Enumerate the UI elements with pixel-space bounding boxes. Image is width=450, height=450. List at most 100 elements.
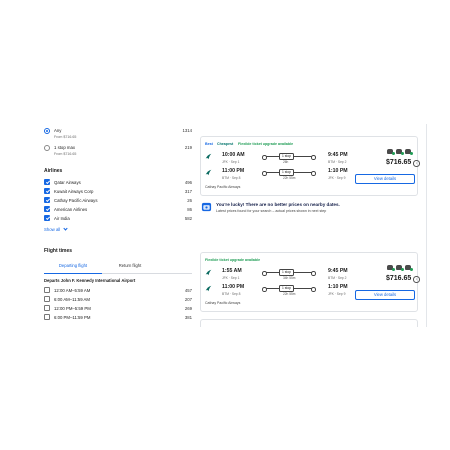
airline-checkbox[interactable]: [44, 197, 50, 203]
departure-time: 1:55 AM: [222, 268, 242, 274]
airline-name: Cathay Pacific Airways: [205, 185, 241, 189]
airline-name: Cathay Pacific Airways: [205, 301, 241, 305]
airline-checkbox[interactable]: [44, 188, 50, 194]
time-range-item[interactable]: 12:00 PM–5:59 PM 269: [44, 305, 192, 313]
cathay-pacific-logo-icon: [205, 153, 212, 160]
airline-label: Kuwait Airways Corp: [54, 188, 94, 194]
airline-checkbox[interactable]: [44, 215, 50, 221]
price: $716.65: [386, 159, 412, 166]
banner-description: Latest prices found for your search – ac…: [216, 209, 327, 213]
view-details-button[interactable]: View details: [355, 290, 415, 300]
arrival-time: 1:10 PM: [328, 284, 348, 290]
departure-info: BTM · Sep 8: [222, 176, 241, 180]
return-segment: 11:00 PM BTM · Sep 8 1 stop 22h 55m 1:10…: [205, 284, 348, 302]
cathay-pacific-logo-icon: [205, 285, 212, 292]
time-range-checkbox[interactable]: [44, 287, 50, 293]
airline-checkbox[interactable]: [44, 206, 50, 212]
time-range-label: 6:00 PM–11:59 PM: [54, 314, 91, 320]
time-range-label: 12:00 AM–5:59 AM: [54, 287, 91, 293]
airline-label: Air India: [54, 215, 70, 221]
time-range-checkbox[interactable]: [44, 305, 50, 311]
flight-result-card[interactable]: Best Cheapest Flexible ticket upgrade av…: [200, 136, 420, 196]
checked-bag-icon: [405, 149, 413, 155]
return-segment: 11:00 PM BTM · Sep 8 1 stop 22h 55m 1:10…: [205, 168, 348, 186]
airlines-heading: Airlines: [44, 168, 63, 174]
show-all-link[interactable]: Show all: [44, 226, 69, 232]
flexible-ticket-badge: Flexible ticket upgrade available: [238, 142, 294, 146]
time-range-count: 381: [184, 314, 192, 320]
time-range-item[interactable]: 6:00 PM–11:59 PM 381: [44, 314, 192, 322]
flight-results-app: Any 1314 From $716.65 1 stop max 219 Fro…: [38, 124, 427, 327]
lucky-calendar-icon: [201, 202, 212, 212]
stops-option-price: From $716.65: [54, 135, 77, 139]
duration: 26h: [283, 160, 289, 164]
arrival-info: JFK · Sep 9: [328, 292, 346, 296]
personal-item-icon: [387, 265, 395, 271]
flexible-ticket-badge: Flexible ticket upgrade available: [205, 258, 261, 262]
info-icon[interactable]: i: [413, 160, 420, 167]
airline-label: Qatar Airways: [54, 179, 81, 185]
time-range-checkbox[interactable]: [44, 296, 50, 302]
stops-option-any[interactable]: Any 1314 From $716.65: [44, 127, 192, 141]
cathay-pacific-logo-icon: [205, 169, 212, 176]
airline-count: 582: [184, 215, 192, 221]
arrival-info: BTM · Sep 2: [328, 160, 347, 164]
chevron-down-icon: [63, 226, 69, 231]
stops-pill: 1 stop: [279, 169, 294, 176]
tab-return-flight[interactable]: Return flight: [106, 263, 154, 268]
airline-count: 86: [187, 206, 192, 212]
stops-1-stop-radio[interactable]: [44, 145, 50, 151]
stops-option-1-stop[interactable]: 1 stop max 219 From $716.65: [44, 144, 192, 158]
stops-option-label: 1 stop max: [54, 145, 76, 150]
airline-label: American Airlines: [54, 206, 88, 212]
airline-count: 26: [187, 197, 192, 203]
duration: 22h 55m: [283, 176, 296, 180]
airline-count: 317: [184, 188, 192, 194]
airline-filter-item[interactable]: Cathay Pacific Airways 26: [44, 197, 192, 205]
airline-filter-item[interactable]: Kuwait Airways Corp 317: [44, 188, 192, 196]
stops-pill: 1 stop: [279, 153, 294, 160]
show-all-label: Show all: [44, 227, 61, 232]
flight-times-tabs: Departing flight Return flight: [44, 261, 192, 274]
time-range-count: 207: [184, 296, 192, 302]
time-range-item[interactable]: 12:00 AM–5:59 AM 457: [44, 287, 192, 295]
airline-filter-item[interactable]: Qatar Airways 496: [44, 179, 192, 187]
duration: 34h 55m: [283, 276, 296, 280]
departure-time: 11:00 PM: [222, 168, 245, 174]
arrival-time: 1:10 PM: [328, 168, 348, 174]
best-badge: Best: [205, 142, 213, 146]
time-range-item[interactable]: 6:00 AM–11:59 AM 207: [44, 296, 192, 304]
time-range-checkbox[interactable]: [44, 314, 50, 320]
personal-item-icon: [387, 149, 395, 155]
arrival-time: 9:45 PM: [328, 268, 348, 274]
stops-any-radio[interactable]: [44, 128, 50, 134]
carry-on-bag-icon: [396, 265, 404, 271]
arrival-time: 9:45 PM: [328, 152, 348, 158]
no-better-prices-banner: You're lucky! There are no better prices…: [200, 200, 418, 220]
view-details-button[interactable]: View details: [355, 174, 415, 184]
airline-filter-item[interactable]: American Airlines 86: [44, 206, 192, 214]
stops-option-price: From $716.65: [54, 152, 77, 156]
departure-info: BTM · Sep 8: [222, 292, 241, 296]
checked-bag-icon: [405, 265, 413, 271]
stops-option-label: Any: [54, 128, 62, 133]
flight-result-card[interactable]: Flexible ticket upgrade available 1:55 A…: [200, 252, 420, 312]
airline-checkbox[interactable]: [44, 179, 50, 185]
departure-time: 11:00 PM: [222, 284, 245, 290]
price: $716.65: [386, 275, 412, 282]
stops-option-count: 1314: [182, 128, 192, 133]
info-icon[interactable]: i: [413, 276, 420, 283]
time-range-count: 457: [184, 287, 192, 293]
departure-time: 10:00 AM: [222, 152, 245, 158]
arrival-info: JFK · Sep 9: [328, 176, 346, 180]
airline-label: Cathay Pacific Airways: [54, 197, 98, 203]
departure-info: JFK · Sep 1: [222, 276, 240, 280]
time-range-label: 6:00 AM–11:59 AM: [54, 296, 90, 302]
tab-departing-flight[interactable]: Departing flight: [44, 263, 102, 274]
stops-option-count: 219: [184, 145, 192, 150]
duration: 22h 55m: [283, 292, 296, 296]
flight-result-card[interactable]: [200, 319, 418, 327]
time-range-count: 269: [184, 305, 192, 311]
time-range-label: 12:00 PM–5:59 PM: [54, 305, 91, 311]
airline-filter-item[interactable]: Air India 582: [44, 215, 192, 223]
